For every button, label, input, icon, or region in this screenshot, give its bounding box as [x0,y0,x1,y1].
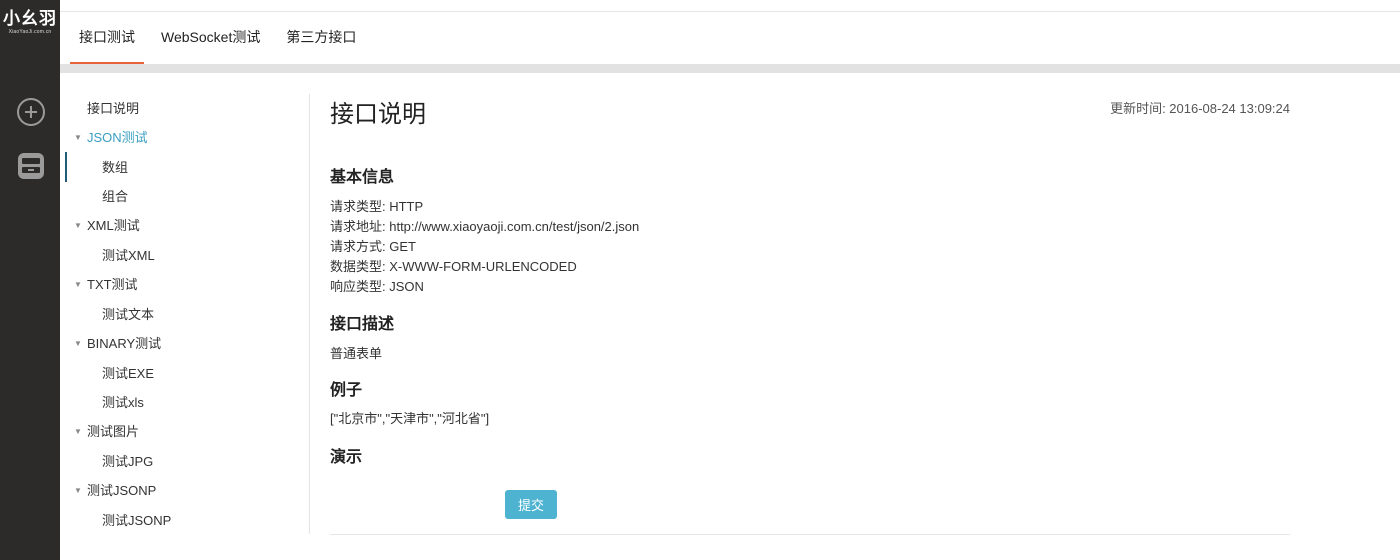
caret-down-icon: ▼ [74,427,82,436]
tree-group-label: 测试JSONP [87,483,157,498]
example-heading: 例子 [330,380,363,399]
logo: 小幺羽 XiaoYaoJi.com.cn [3,9,57,36]
caret-down-icon: ▼ [74,486,82,495]
caret-down-icon: ▼ [74,280,82,289]
header-separator [60,64,1400,73]
left-rail: 小幺羽 XiaoYaoJi.com.cn [0,0,60,560]
tree-item-test-xml[interactable]: 测试XML [102,245,155,267]
tab-websocket-test[interactable]: WebSocket测试 [152,12,269,64]
tree-group-label: TXT测试 [87,277,138,292]
request-type: 请求类型: HTTP [330,199,424,214]
tree-item-test-jsonp[interactable]: 测试JSONP [102,510,171,532]
submit-button[interactable]: 提交 [505,490,557,519]
response-type: 响应类型: JSON [330,279,424,294]
logo-text: 小幺羽 [3,9,57,29]
example-text: ["北京市","天津市","河北省"] [330,411,490,426]
tree-group-image[interactable]: ▼ 测试图片 [74,421,139,443]
api-detail: 接口说明 更新时间: 2016-08-24 13:09:24 基本信息 请求类型… [330,94,1290,535]
tree-item-combo[interactable]: 组合 [102,186,128,208]
top-tabs: 接口测试 WebSocket测试 第三方接口 [70,12,373,64]
demo-heading: 演示 [330,447,363,466]
selected-indicator [65,152,67,182]
tree-group-label: 测试图片 [87,424,140,439]
tree-item-test-xls[interactable]: 测试xls [102,392,144,414]
tab-third-party-api[interactable]: 第三方接口 [277,12,365,64]
basic-info-heading: 基本信息 [330,167,395,186]
description-heading: 接口描述 [330,314,395,333]
plus-circle-icon[interactable] [16,97,46,127]
caret-down-icon: ▼ [74,133,82,142]
tree-group-xml[interactable]: ▼ XML测试 [74,215,140,237]
request-url: 请求地址: http://www.xiaoyaoji.com.cn/test/j… [330,219,640,234]
page-title: 接口说明 [330,100,426,128]
updated-time: 更新时间: 2016-08-24 13:09:24 [1110,101,1290,116]
api-tree: 接口说明 ▼ JSON测试 数组 组合 ▼ XML测试 测试XML ▼ TXT测试 测… [60,94,310,534]
tab-api-test[interactable]: 接口测试 [70,12,144,64]
tree-group-label: JSON测试 [87,130,148,145]
tree-item-test-text[interactable]: 测试文本 [102,304,154,326]
tree-group-json[interactable]: ▼ JSON测试 [74,127,148,149]
description-text: 普通表单 [330,346,383,361]
data-type: 数据类型: X-WWW-FORM-URLENCODED [330,259,577,274]
tree-group-label: BINARY测试 [87,336,162,351]
logo-subtext: XiaoYaoJi.com.cn [8,29,52,35]
tree-group-binary[interactable]: ▼ BINARY测试 [74,333,161,355]
app-window: 小幺羽 XiaoYaoJi.com.cn 接口测试 WebSocket测试 第三… [0,0,1400,560]
request-method: 请求方式: GET [330,239,416,254]
inbox-icon[interactable] [16,151,46,181]
tree-group-label: XML测试 [87,218,140,233]
tree-group-jsonp[interactable]: ▼ 测试JSONP [74,480,156,502]
tree-item-array[interactable]: 数组 [102,157,128,179]
tree-item-test-exe[interactable]: 测试EXE [102,363,154,385]
caret-down-icon: ▼ [74,221,82,230]
tree-item-intro[interactable]: 接口说明 [87,98,139,120]
caret-down-icon: ▼ [74,339,82,348]
tree-item-test-jpg[interactable]: 测试JPG [102,451,153,473]
tree-group-txt[interactable]: ▼ TXT测试 [74,274,138,296]
